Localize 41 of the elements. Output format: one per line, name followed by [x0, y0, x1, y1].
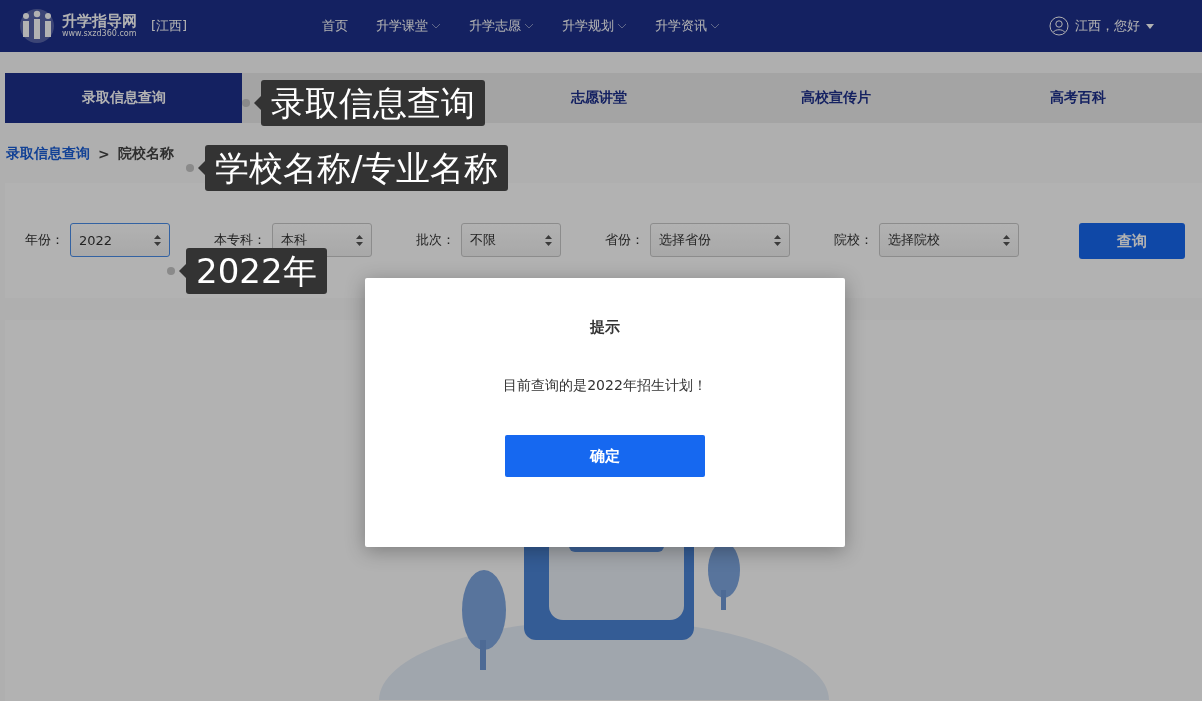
select-field[interactable]: 选择院校: [879, 223, 1019, 257]
breadcrumb-link[interactable]: 院校名称: [117, 145, 174, 163]
select-arrows-icon: [154, 234, 161, 246]
caret-icon: [1146, 23, 1154, 29]
select-arrows-icon: [356, 234, 363, 246]
anchor-dot-icon: [242, 99, 250, 107]
dialog-title: 提示: [590, 318, 620, 337]
select-arrows-icon: [545, 234, 552, 246]
nav-link[interactable]: 升学资讯: [641, 17, 734, 35]
select-field[interactable]: 选择省份: [650, 223, 790, 257]
user-icon: [1049, 16, 1069, 36]
tab[interactable]: 高校宣传片: [717, 73, 954, 123]
select-arrows-icon: [774, 234, 781, 246]
filter-label: 省份：: [605, 231, 644, 249]
nav-link[interactable]: 升学志愿: [455, 17, 548, 35]
anchor-dot-icon: [167, 267, 175, 275]
breadcrumb-link[interactable]: 录取信息查询: [6, 145, 90, 163]
filter-label: 本专科：: [214, 231, 266, 249]
confirm-button[interactable]: 确定: [505, 435, 705, 477]
anchor-dot-icon: [186, 164, 194, 172]
tooltip: 学校名称/专业名称: [205, 145, 509, 191]
nav-link[interactable]: 升学课堂: [362, 17, 455, 35]
select-field[interactable]: 不限: [461, 223, 561, 257]
search-button[interactable]: 查询: [1079, 223, 1185, 259]
nav-link[interactable]: 升学规划: [548, 17, 641, 35]
tab[interactable]: 录取信息查询: [5, 73, 242, 123]
logo-name: 升学指导网: [62, 13, 137, 29]
filter-label: 年份：: [25, 231, 64, 249]
dialog-message: 目前查询的是2022年招生计划！: [503, 377, 707, 395]
breadcrumb-separator: >: [98, 146, 110, 162]
select-arrows-icon: [1003, 234, 1010, 246]
tab[interactable]: 高考百科: [954, 73, 1202, 123]
region-label: [江西]: [151, 17, 188, 35]
logo-url: www.sxzd360.com: [62, 29, 137, 39]
tooltip: 录取信息查询: [261, 80, 485, 126]
user-menu[interactable]: 江西，您好: [1049, 16, 1154, 36]
tooltip: 2022年: [186, 248, 327, 294]
filter-label: 院校：: [834, 231, 873, 249]
select-field[interactable]: 2022: [70, 223, 170, 257]
filter-label: 批次：: [416, 231, 455, 249]
nav-link[interactable]: 首页: [308, 17, 362, 35]
